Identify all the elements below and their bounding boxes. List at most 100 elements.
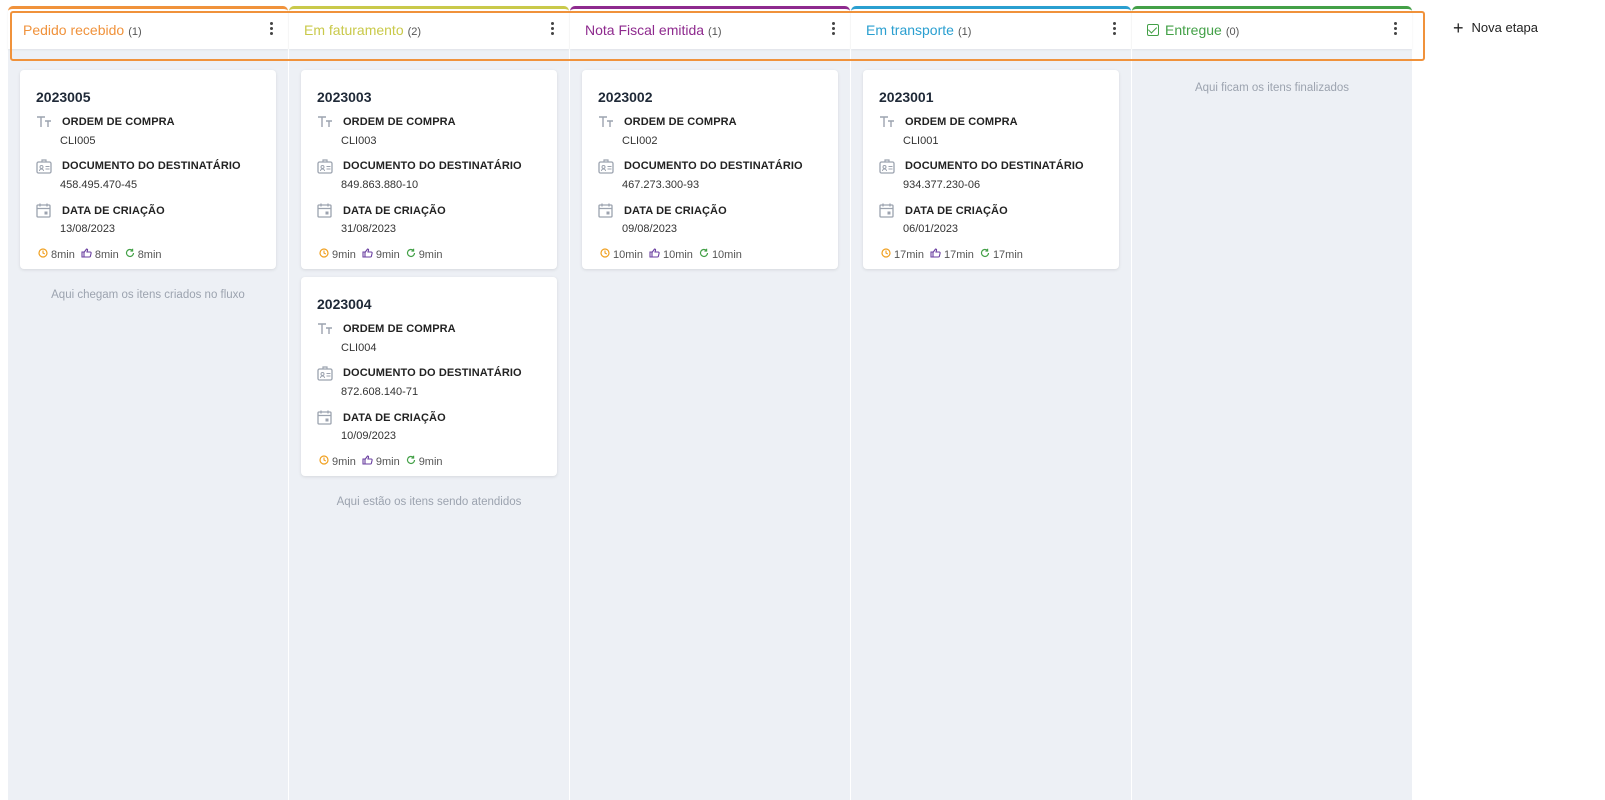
- column-header[interactable]: Em transporte (1): [851, 6, 1131, 49]
- text-type-icon: [879, 115, 897, 131]
- timer-hand: 9min: [362, 248, 400, 261]
- hand-icon: [930, 248, 944, 261]
- calendar-icon: [36, 203, 54, 219]
- column-header[interactable]: Nota Fiscal emitida (1): [570, 6, 850, 49]
- date-label: DATA DE CRIAÇÃO: [343, 412, 446, 424]
- new-stage-label: Nova etapa: [1471, 20, 1539, 35]
- date-value: 10/09/2023: [341, 430, 397, 442]
- doc-value: 458.495.470-45: [60, 179, 138, 191]
- id-badge-icon: [317, 159, 335, 175]
- timer-refresh: 10min: [699, 248, 742, 261]
- column-count: (2): [407, 26, 422, 38]
- calendar-icon: [317, 203, 335, 219]
- order-label: ORDEM DE COMPRA: [624, 116, 737, 128]
- column-title-text: Em transporte: [866, 22, 954, 38]
- column-empty-message: Aqui estão os itens sendo atendidos: [336, 496, 522, 508]
- date-label: DATA DE CRIAÇÃO: [624, 205, 727, 217]
- timer-hand: 17min: [930, 248, 974, 261]
- date-value: 09/08/2023: [622, 223, 678, 235]
- column-header[interactable]: Em faturamento (2): [289, 6, 569, 49]
- date-label: DATA DE CRIAÇÃO: [343, 205, 446, 217]
- hand-icon: [81, 248, 95, 261]
- refresh-icon: [406, 455, 419, 468]
- card[interactable]: 2023004 ORDEM DE COMPRA CLI004 DOCUMENTO DO…: [301, 277, 557, 476]
- column-0: Pedido recebido (1) 2023005 ORDEM DE COMPRA…: [8, 6, 288, 800]
- timer-clock: 9min: [319, 248, 356, 261]
- column-header[interactable]: Pedido recebido (1): [8, 6, 288, 49]
- timer-refresh: 9min: [406, 248, 443, 261]
- column-4: Entregue (0) Aqui ficam os itens finalizad…: [1132, 6, 1412, 800]
- timer-refresh: 9min: [406, 455, 443, 468]
- calendar-icon: [598, 203, 616, 219]
- new-stage-button[interactable]: + Nova etapa: [1453, 18, 1538, 39]
- column-menu-icon[interactable]: [549, 22, 555, 38]
- timer-refresh-value: 9min: [418, 455, 443, 468]
- kanban-board: Pedido recebido (1) 2023005 ORDEM DE COMPRA…: [8, 6, 1448, 800]
- timer-hand-value: 9min: [375, 455, 400, 468]
- timer-refresh: 8min: [125, 248, 162, 261]
- column-menu-icon[interactable]: [830, 22, 836, 38]
- column-title: Em faturamento (2): [304, 22, 421, 38]
- clock-icon: [319, 248, 332, 261]
- column-title-text: Em faturamento: [304, 22, 404, 38]
- order-value: CLI001: [903, 135, 939, 147]
- id-badge-icon: [879, 159, 897, 175]
- timer-clock: 8min: [38, 248, 75, 261]
- doc-value: 872.608.140-71: [341, 386, 419, 398]
- card[interactable]: 2023002 ORDEM DE COMPRA CLI002 DOCUMENTO DO…: [582, 70, 838, 269]
- card-timers: 9min 9min 9min: [319, 455, 449, 468]
- order-label: ORDEM DE COMPRA: [343, 323, 456, 335]
- column-menu-icon[interactable]: [1111, 22, 1117, 38]
- text-type-icon: [598, 115, 616, 131]
- timer-clock-value: 17min: [894, 248, 924, 261]
- card-timers: 9min 9min 9min: [319, 248, 449, 261]
- column-3: Em transporte (1) 2023001 ORDEM DE COMPRA CL…: [851, 6, 1131, 800]
- timer-hand: 8min: [81, 248, 119, 261]
- timer-hand: 10min: [649, 248, 693, 261]
- card[interactable]: 2023003 ORDEM DE COMPRA CLI003 DOCUMENTO DO…: [301, 70, 557, 269]
- refresh-icon: [699, 248, 712, 261]
- column-count: (0): [1225, 26, 1240, 38]
- timer-hand-value: 10min: [662, 248, 693, 261]
- card[interactable]: 2023001 ORDEM DE COMPRA CLI001 DOCUMENTO DO…: [863, 70, 1119, 269]
- order-label: ORDEM DE COMPRA: [343, 116, 456, 128]
- timer-refresh: 17min: [980, 248, 1023, 261]
- card[interactable]: 2023005 ORDEM DE COMPRA CLI005 DOCUMENTO DO…: [20, 70, 276, 269]
- timer-clock: 9min: [319, 455, 356, 468]
- column-title-text: Nota Fiscal emitida: [585, 22, 705, 38]
- plus-icon: +: [1453, 18, 1464, 38]
- order-value: CLI004: [341, 342, 377, 354]
- hand-icon: [649, 248, 663, 261]
- doc-label: DOCUMENTO DO DESTINATÁRIO: [905, 160, 1084, 172]
- column-header[interactable]: Entregue (0): [1132, 6, 1412, 49]
- timer-clock: 17min: [881, 248, 924, 261]
- card-timers: 17min 17min 17min: [881, 248, 1029, 261]
- column-title: Pedido recebido (1): [23, 22, 142, 38]
- column-1: Em faturamento (2) 2023003 ORDEM DE COMPRA C…: [289, 6, 569, 800]
- timer-refresh-value: 17min: [992, 248, 1023, 261]
- doc-value: 934.377.230-06: [903, 179, 981, 191]
- doc-value: 849.863.880-10: [341, 179, 419, 191]
- timer-hand-value: 17min: [943, 248, 974, 261]
- timer-hand-value: 8min: [94, 248, 119, 261]
- refresh-icon: [980, 248, 993, 261]
- timer-hand-value: 9min: [375, 248, 400, 261]
- card-number: 2023005: [36, 89, 91, 105]
- text-type-icon: [317, 322, 335, 338]
- order-value: CLI003: [341, 135, 377, 147]
- id-badge-icon: [598, 159, 616, 175]
- id-badge-icon: [36, 159, 54, 175]
- clock-icon: [319, 455, 332, 468]
- card-timers: 10min 10min 10min: [600, 248, 748, 261]
- card-number: 2023001: [879, 89, 934, 105]
- column-count: (1): [128, 26, 142, 38]
- card-timers: 8min 8min 8min: [38, 248, 168, 261]
- doc-label: DOCUMENTO DO DESTINATÁRIO: [624, 160, 803, 172]
- column-title-text: Pedido recebido: [23, 22, 125, 38]
- checkbox-icon: [1147, 24, 1159, 36]
- column-menu-icon[interactable]: [1392, 22, 1398, 38]
- column-menu-icon[interactable]: [268, 22, 274, 38]
- column-title: Nota Fiscal emitida (1): [585, 22, 722, 38]
- hand-icon: [362, 248, 376, 261]
- text-type-icon: [317, 115, 335, 131]
